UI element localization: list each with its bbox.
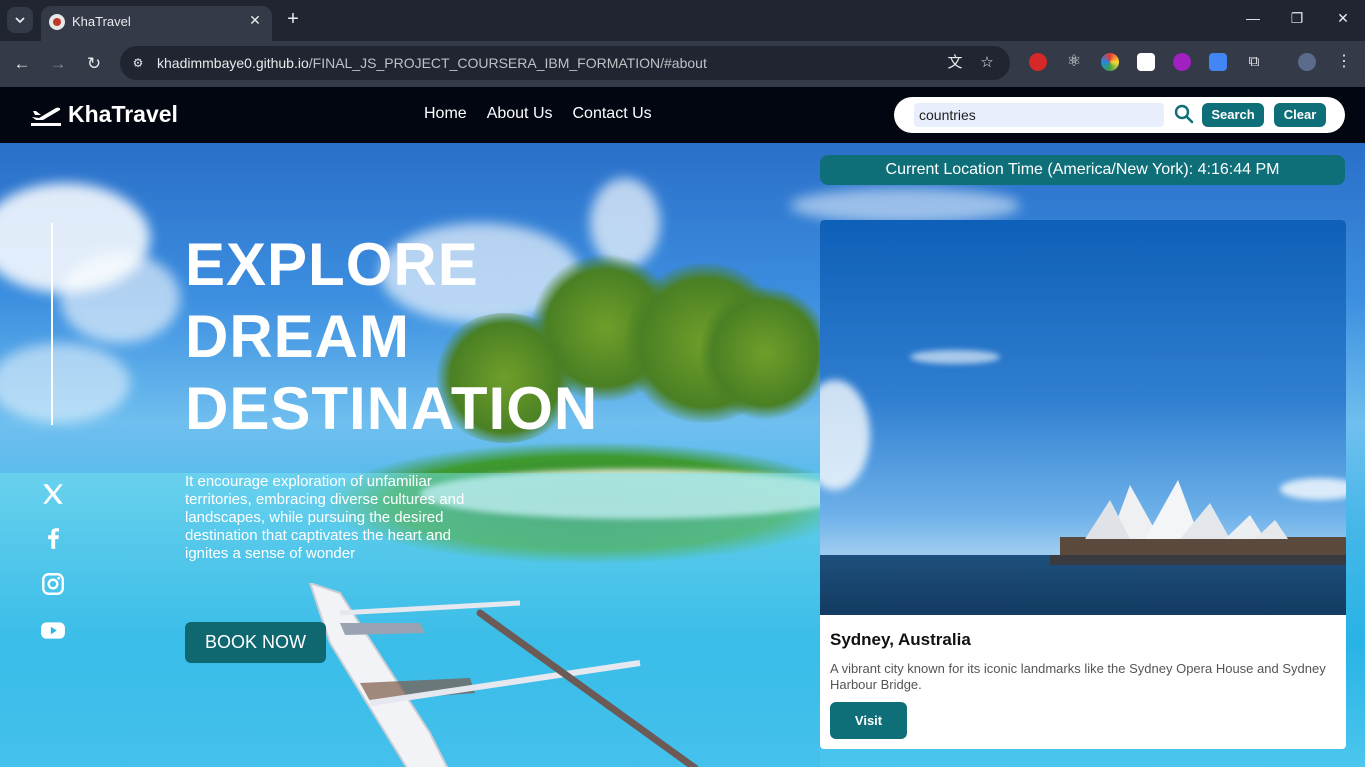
close-tab-icon[interactable]: ✕ — [246, 11, 264, 29]
extension-purple-icon[interactable] — [1173, 53, 1191, 71]
new-tab-button[interactable]: + — [282, 8, 304, 30]
destination-card: Sydney, Australia A vibrant city known f… — [820, 220, 1346, 749]
chevron-down-icon — [15, 17, 25, 24]
extensions-puzzle-icon[interactable]: ⧉ — [1245, 53, 1263, 71]
back-icon[interactable]: ← — [10, 52, 34, 76]
site-info-icon[interactable]: ⚙ — [128, 53, 148, 73]
sydney-opera-house-image — [820, 220, 1346, 615]
browser-tab[interactable]: KhaTravel ✕ — [41, 6, 272, 41]
profile-avatar[interactable] — [1298, 53, 1316, 71]
palm-tree — [700, 283, 830, 423]
hero-title-line: DESTINATION — [185, 375, 599, 442]
brand-name: KhaTravel — [68, 101, 178, 127]
hero-title: EXPLORE DREAM DESTINATION — [185, 229, 598, 445]
hero-title-line: DREAM — [185, 303, 410, 370]
youtube-icon[interactable] — [40, 617, 66, 643]
minimize-icon[interactable]: — — [1243, 10, 1263, 26]
brand-logo[interactable]: KhaTravel — [30, 101, 178, 128]
forward-icon[interactable]: → — [46, 52, 70, 76]
card-title: Sydney, Australia — [830, 630, 971, 649]
translate-icon[interactable]: 文 — [946, 54, 964, 72]
cloud — [60, 253, 180, 343]
hero-description: It encourage exploration of unfamiliar t… — [185, 473, 465, 562]
extension-color-icon[interactable] — [1101, 53, 1119, 71]
cloud — [910, 350, 1000, 364]
cloud — [790, 188, 1020, 223]
cloud — [0, 343, 130, 423]
airplane-icon — [31, 107, 61, 126]
nav-links: Home About Us Contact Us — [424, 105, 652, 123]
more-menu-icon[interactable]: ⋮ — [1335, 53, 1353, 71]
card-description: A vibrant city known for its iconic land… — [830, 661, 1326, 692]
decorative-vertical-line — [51, 223, 53, 425]
search-button[interactable]: Search — [1202, 103, 1264, 127]
extension-translate-icon[interactable] — [1209, 53, 1227, 71]
address-bar[interactable]: ⚙ khadimmbaye0.github.io/FINAL_JS_PROJEC… — [120, 46, 1010, 80]
reload-icon[interactable]: ↻ — [82, 52, 106, 76]
hero-title-line: EXPLORE — [185, 231, 479, 298]
opera-house-shape — [1050, 480, 1346, 565]
facebook-icon[interactable] — [40, 525, 66, 551]
restore-icon[interactable]: ❐ — [1287, 10, 1307, 27]
close-window-icon[interactable]: ✕ — [1333, 10, 1353, 27]
browser-toolbar: ← → ↻ ⚙ khadimmbaye0.github.io/FINAL_JS_… — [0, 41, 1365, 87]
browser-tab-bar: KhaTravel ✕ + — ❐ ✕ — [0, 0, 1365, 41]
clear-button[interactable]: Clear — [1274, 103, 1326, 127]
nav-about-us[interactable]: About Us — [487, 105, 553, 123]
bookmark-star-icon[interactable]: ☆ — [978, 54, 996, 72]
tab-title: KhaTravel — [72, 14, 131, 29]
visit-button[interactable]: Visit — [830, 702, 907, 739]
search-icon[interactable] — [1174, 104, 1194, 124]
extension-red-icon[interactable] — [1029, 53, 1047, 71]
favicon-icon — [49, 14, 65, 30]
current-time-display: Current Location Time (America/New York)… — [820, 155, 1345, 185]
url-text: khadimmbaye0.github.io/FINAL_JS_PROJECT_… — [157, 55, 707, 71]
nav-home[interactable]: Home — [424, 105, 467, 123]
cloud — [820, 380, 870, 490]
hero-section: EXPLORE DREAM DESTINATION It encourage e… — [0, 143, 1365, 767]
nav-contact-us[interactable]: Contact Us — [573, 105, 652, 123]
tab-search-button[interactable] — [7, 7, 33, 33]
book-now-button[interactable]: BOOK NOW — [185, 622, 326, 663]
instagram-icon[interactable] — [40, 571, 66, 597]
extension-react-icon[interactable]: ⚛ — [1065, 53, 1083, 71]
search-input[interactable] — [914, 103, 1164, 127]
extension-cube-icon[interactable] — [1137, 53, 1155, 71]
x-icon[interactable] — [40, 481, 66, 507]
search-bar: Search Clear — [894, 97, 1345, 133]
outrigger-boat — [308, 583, 699, 767]
